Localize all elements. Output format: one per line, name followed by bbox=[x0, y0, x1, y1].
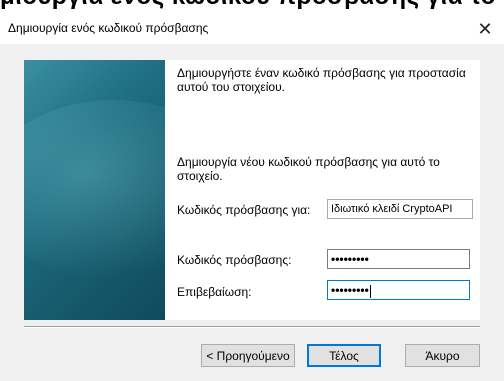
create-password-text: Δημιουργία νέου κωδικού πρόσβασης για αυ… bbox=[177, 155, 440, 183]
cancel-button[interactable]: Άκυρο bbox=[405, 344, 480, 367]
create-password-dialog: μιουργία ενός κωδικού πρόσβασης για το σ… bbox=[0, 0, 504, 381]
password-for-label: Κωδικός πρόσβασης για: bbox=[177, 203, 311, 217]
text-caret bbox=[369, 284, 371, 298]
back-button[interactable]: < Προηγούμενο bbox=[201, 344, 295, 367]
confirm-value: ••••••••• bbox=[331, 283, 369, 297]
panel-swoosh-graphic bbox=[24, 100, 165, 280]
dialog-content-area: Δημιουργήστε έναν κωδικό πρόσβασης για π… bbox=[165, 60, 480, 320]
close-button[interactable]: ✕ bbox=[472, 16, 498, 42]
title-bar: Δημιουργία ενός κωδικού πρόσβασης ✕ bbox=[0, 14, 504, 44]
background-header-text: μιουργία ενός κωδικού πρόσβασης για το σ… bbox=[0, 0, 504, 11]
dialog-title: Δημιουργία ενός κωδικού πρόσβασης bbox=[8, 21, 209, 35]
password-label: Κωδικός πρόσβασης: bbox=[177, 253, 292, 267]
background-header-strip: μιουργία ενός κωδικού πρόσβασης για το σ… bbox=[0, 0, 504, 14]
finish-button[interactable]: Τέλος bbox=[307, 344, 381, 367]
close-icon: ✕ bbox=[477, 18, 493, 39]
intro-text: Δημιουργήστε έναν κωδικό πρόσβασης για π… bbox=[177, 66, 466, 94]
password-for-field: Ιδιωτικό κλειδί CryptoAPI bbox=[327, 199, 473, 219]
decorative-side-panel bbox=[24, 60, 165, 320]
confirm-label: Επιβεβαίωση: bbox=[177, 285, 252, 299]
confirm-password-input[interactable]: ••••••••• bbox=[327, 280, 470, 300]
password-input[interactable]: ••••••••• bbox=[327, 249, 470, 269]
separator-line bbox=[24, 326, 480, 328]
password-value: ••••••••• bbox=[331, 252, 369, 266]
